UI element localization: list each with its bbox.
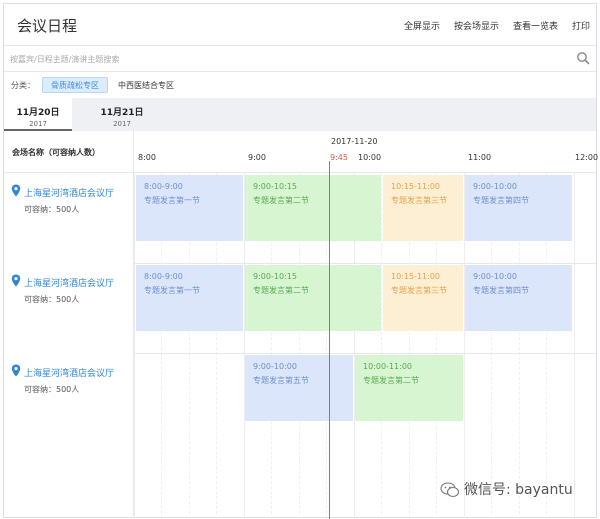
timeline-date: 2017-11-20 [331,137,378,146]
schedule-window: 会议日程 全屏显示 按会场显示 查看一览表 打印 分类： 骨质疏松专区 中西医结… [3,3,599,519]
venue-row: 上海星河湾酒店会议厅 可容纳：500人 [4,353,134,519]
session-block[interactable]: 10:00-11:00 专题发言第二节 [355,355,463,421]
grid-line [381,173,382,519]
row-divider [134,353,596,354]
session-block[interactable]: 10:15-11:00 专题发言第三节 [383,265,463,331]
date-tab-1120[interactable]: 11月20日 2017 [4,98,72,131]
venue-column-header: 会场名称（可容纳人数） [4,131,134,173]
session-block[interactable]: 8:00-9:00 专题发言第一节 [136,175,243,241]
hour-label: 10:00 [358,153,382,162]
date-tab-year: 2017 [113,120,131,128]
page-title: 会议日程 [17,17,78,35]
print-button[interactable]: 打印 [572,19,590,32]
session-time: 10:15-11:00 [391,272,440,281]
current-time-line [329,161,330,519]
session-block[interactable]: 9:00-10:00 专题发言第四节 [465,175,572,241]
hour-label: 8:00 [138,153,156,162]
row-divider [134,263,596,264]
date-tabs: 11月20日 2017 11月21日 2017 [4,98,596,131]
session-title: 专题发言第二节 [363,376,419,385]
session-time: 10:15-11:00 [391,182,440,191]
category-label: 分类： [11,81,35,90]
session-block[interactable]: 9:00-10:00 专题发言第五节 [245,355,353,421]
session-title: 专题发言第三节 [391,286,447,295]
hour-label: 11:00 [468,153,492,162]
current-time-label: 9:45 [330,153,348,162]
session-title: 专题发言第一节 [144,286,200,295]
show-by-venue-button[interactable]: 按会场显示 [454,19,499,32]
session-block[interactable]: 8:00-9:00 专题发言第一节 [136,265,243,331]
date-tab-day: 11月20日 [16,108,60,118]
header: 会议日程 全屏显示 按会场显示 查看一览表 打印 [4,4,596,46]
category-chip[interactable]: 中西医结合专区 [118,80,174,91]
wechat-icon [440,482,460,498]
hour-label: 12:00 [575,153,599,162]
session-title: 专题发言第五节 [253,376,309,385]
session-time: 9:00-10:00 [473,272,517,281]
date-tab-1121[interactable]: 11月21日 2017 [88,98,156,131]
fullscreen-button[interactable]: 全屏显示 [404,19,440,32]
session-title: 专题发言第三节 [391,196,447,205]
venue-name[interactable]: 上海星河湾酒店会议厅 [24,276,114,289]
session-block[interactable]: 9:00-10:15 专题发言第二节 [245,265,381,331]
hour-label: 9:00 [248,153,266,162]
session-time: 9:00-10:15 [253,182,297,191]
session-title: 专题发言第一节 [144,196,200,205]
session-title: 专题发言第四节 [473,196,529,205]
venue-capacity: 可容纳：500人 [24,205,80,214]
session-title: 专题发言第二节 [253,196,309,205]
venue-capacity: 可容纳：500人 [24,385,80,394]
search-icon[interactable] [576,51,590,65]
location-pin-icon [11,364,21,377]
date-tab-year: 2017 [29,120,47,128]
search-input[interactable] [10,50,570,68]
schedule-grid: 会场名称（可容纳人数） 2017-11-20 8:00 9:00 9:45 10… [4,131,599,519]
session-time: 8:00-9:00 [144,272,183,281]
session-time: 8:00-9:00 [144,182,183,191]
session-time: 10:00-11:00 [363,362,412,371]
session-time: 9:00-10:15 [253,272,297,281]
location-pin-icon [11,274,21,287]
grid-line [574,173,575,519]
watermark-text: 微信号: bayantu [464,482,573,498]
category-chip-active[interactable]: 骨质疏松专区 [42,77,108,93]
session-time: 9:00-10:00 [473,182,517,191]
view-overview-button[interactable]: 查看一览表 [513,19,558,32]
session-time: 9:00-10:00 [253,362,297,371]
venue-name[interactable]: 上海星河湾酒店会议厅 [24,366,114,379]
session-title: 专题发言第二节 [253,286,309,295]
session-block[interactable]: 9:00-10:15 专题发言第二节 [245,175,381,241]
venue-column-title: 会场名称（可容纳人数） [12,148,100,157]
session-block[interactable]: 10:15-11:00 专题发言第三节 [383,175,463,241]
venue-row: 上海星河湾酒店会议厅 可容纳：500人 [4,263,134,353]
search-bar [4,46,596,72]
venue-name[interactable]: 上海星河湾酒店会议厅 [24,186,114,199]
category-bar: 分类： 骨质疏松专区 中西医结合专区 [4,72,596,98]
grid-line [134,173,135,519]
location-pin-icon [11,184,21,197]
session-title: 专题发言第四节 [473,286,529,295]
session-block[interactable]: 9:00-10:00 专题发言第四节 [465,265,572,331]
date-tab-day: 11月21日 [100,108,144,118]
top-actions: 全屏显示 按会场显示 查看一览表 打印 [404,19,590,32]
venue-capacity: 可容纳：500人 [24,295,80,304]
venue-row: 上海星河湾酒店会议厅 可容纳：500人 [4,173,134,263]
